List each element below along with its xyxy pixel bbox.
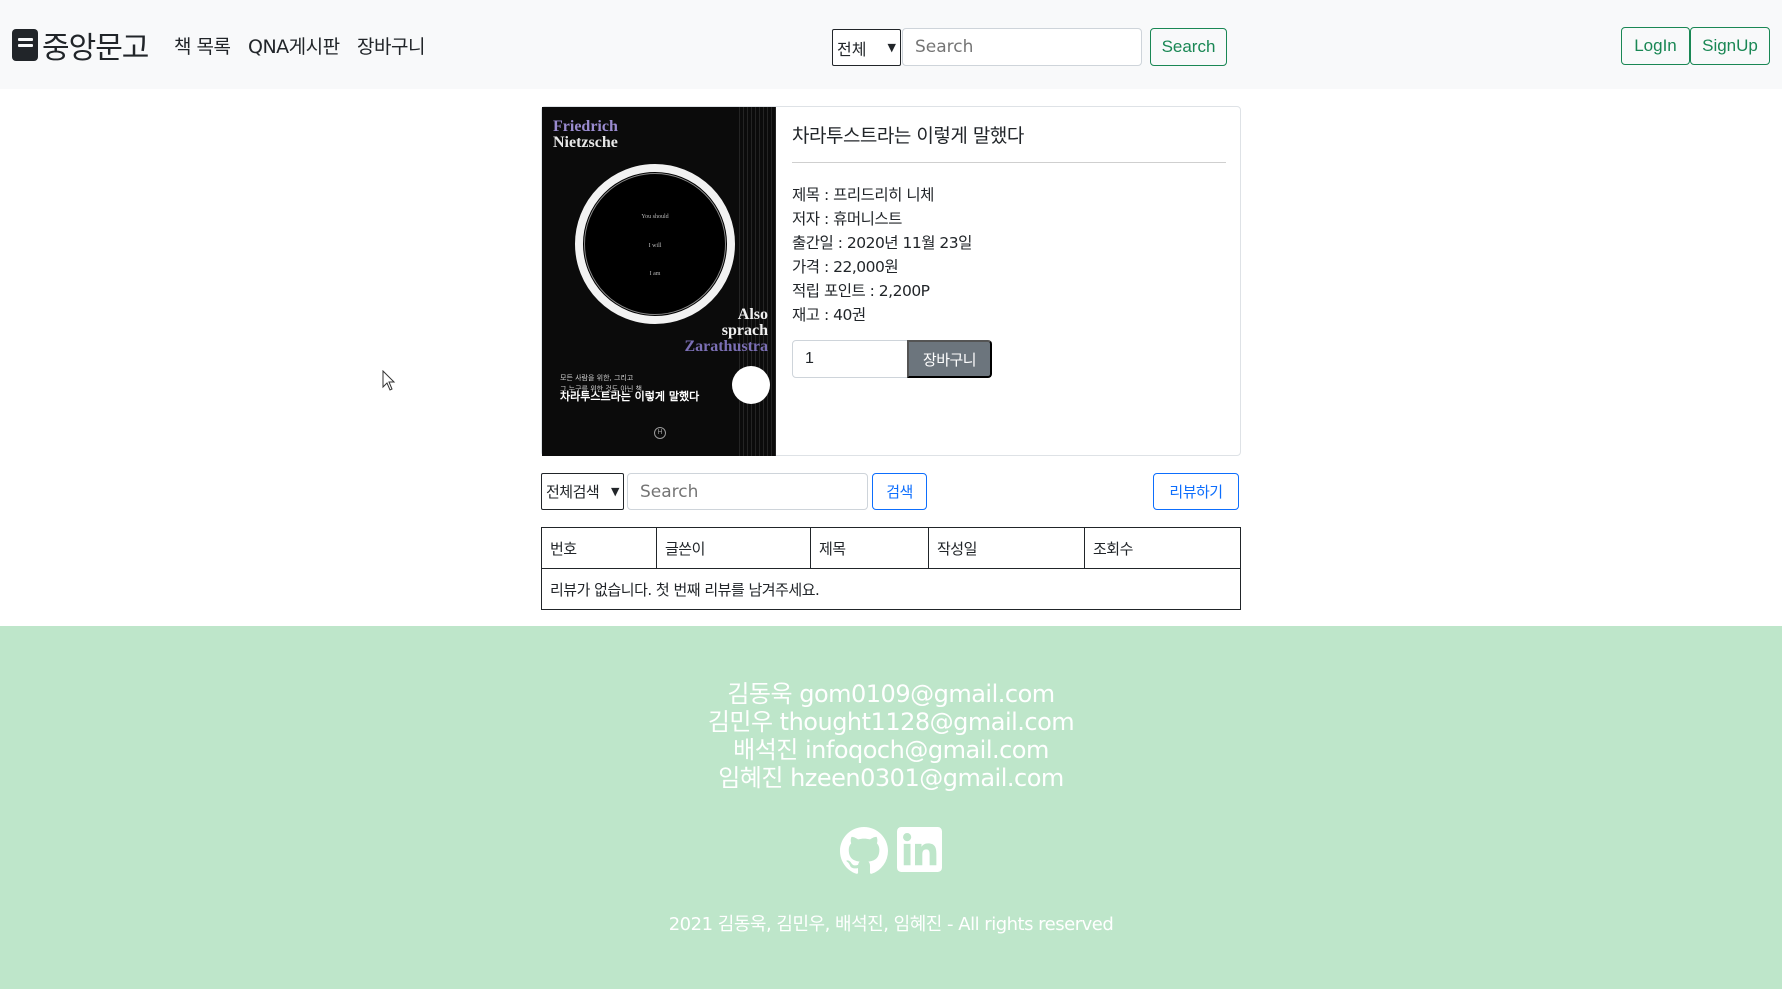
book-title: 차라투스트라는 이렇게 말했다 [792,125,1024,147]
empty-reviews-message: 리뷰가 없습니다. 첫 번째 리뷰를 남겨주세요. [541,568,1241,610]
search-input[interactable] [902,28,1142,66]
cover-author-last: Nietzsche [553,134,618,151]
search-button[interactable]: Search [1150,28,1227,66]
chevron-down-icon: ▼ [887,41,896,54]
book-info-title: 제목 : 프리드리히 니체 [792,186,934,204]
add-to-cart-button[interactable]: 장바구니 [907,340,992,378]
cover-author-first: Friedrich [553,118,618,135]
cover-ring-text: I will [648,243,662,249]
review-search-select[interactable]: 전체검색 ▼ [541,473,624,510]
mouse-cursor-icon [382,370,396,391]
review-search-button[interactable]: 검색 [872,473,927,510]
cover-author: Friedrich Nietzsche [553,119,618,151]
chevron-down-icon: ▼ [611,485,619,498]
nav-link-book-list[interactable]: 책 목록 [174,32,231,59]
cover-korean-title: 차라투스트라는 이렇게 말했다 [560,390,700,403]
signup-button[interactable]: SignUp [1690,27,1770,65]
cover-title: Also sprach Zarathustra [684,307,768,355]
book-info-author: 저자 : 휴머니스트 [792,210,902,228]
book-icon [12,29,38,61]
book-info-date: 출간일 : 2020년 11월 23일 [792,234,972,252]
table-row: 리뷰가 없습니다. 첫 번째 리뷰를 남겨주세요. [541,568,1241,610]
cover-title-line: Zarathustra [684,338,768,355]
review-table: 번호 글쓴이 제목 작성일 조회수 리뷰가 없습니다. 첫 번째 리뷰를 남겨주… [541,527,1241,610]
cover-subtitle-line: 모든 사람을 위한, 그리고 [560,374,634,382]
brand-name: 중앙문고 [42,31,149,66]
column-header-writer: 글쓴이 [656,527,811,569]
book-info-points: 적립 포인트 : 2,200P [792,282,930,300]
column-header-title: 제목 [810,527,929,569]
cover-ring-text: You should [641,214,669,220]
nav-link-qna[interactable]: QNA게시판 [248,32,340,59]
column-header-views: 조회수 [1084,527,1241,569]
nav-link-cart[interactable]: 장바구니 [357,32,425,59]
column-header-date: 작성일 [928,527,1085,569]
divider [792,162,1226,163]
search-category-select[interactable]: 전체 ▼ [832,29,901,66]
linkedin-icon[interactable] [897,827,942,872]
book-cover-image: Friedrich Nietzsche You should I will I … [542,107,776,456]
search-category-value: 전체 [837,39,867,59]
github-icon[interactable] [840,827,888,875]
copyright: 2021 김동욱, 김민우, 배석진, 임혜진 - All rights res… [668,914,1114,935]
publisher-logo-icon: H [654,427,666,439]
contact-line: 임혜진 hzeen0301@gmail.com [718,764,1064,792]
review-search-input[interactable] [627,473,868,510]
review-search-select-value: 전체검색 [546,483,600,501]
brand-link[interactable]: 중앙문고 [12,27,149,66]
write-review-button[interactable]: 리뷰하기 [1153,473,1239,510]
book-card: Friedrich Nietzsche You should I will I … [541,106,1241,456]
table-header-row: 번호 글쓴이 제목 작성일 조회수 [541,527,1241,569]
column-header-number: 번호 [541,527,657,569]
login-button[interactable]: LogIn [1621,27,1690,65]
book-info-stock: 재고 : 40권 [792,306,866,324]
cover-white-dot [732,366,770,404]
cover-title-line: sprach [721,322,768,339]
cover-ring-text: I am [649,271,661,277]
book-info-price: 가격 : 22,000원 [792,258,899,276]
quantity-input[interactable]: 1 [792,340,908,378]
cover-stripes [736,107,776,456]
cover-title-line: Also [737,306,768,323]
navbar: 중앙문고 책 목록 QNA게시판 장바구니 전체 ▼ Search LogIn … [0,0,1782,89]
